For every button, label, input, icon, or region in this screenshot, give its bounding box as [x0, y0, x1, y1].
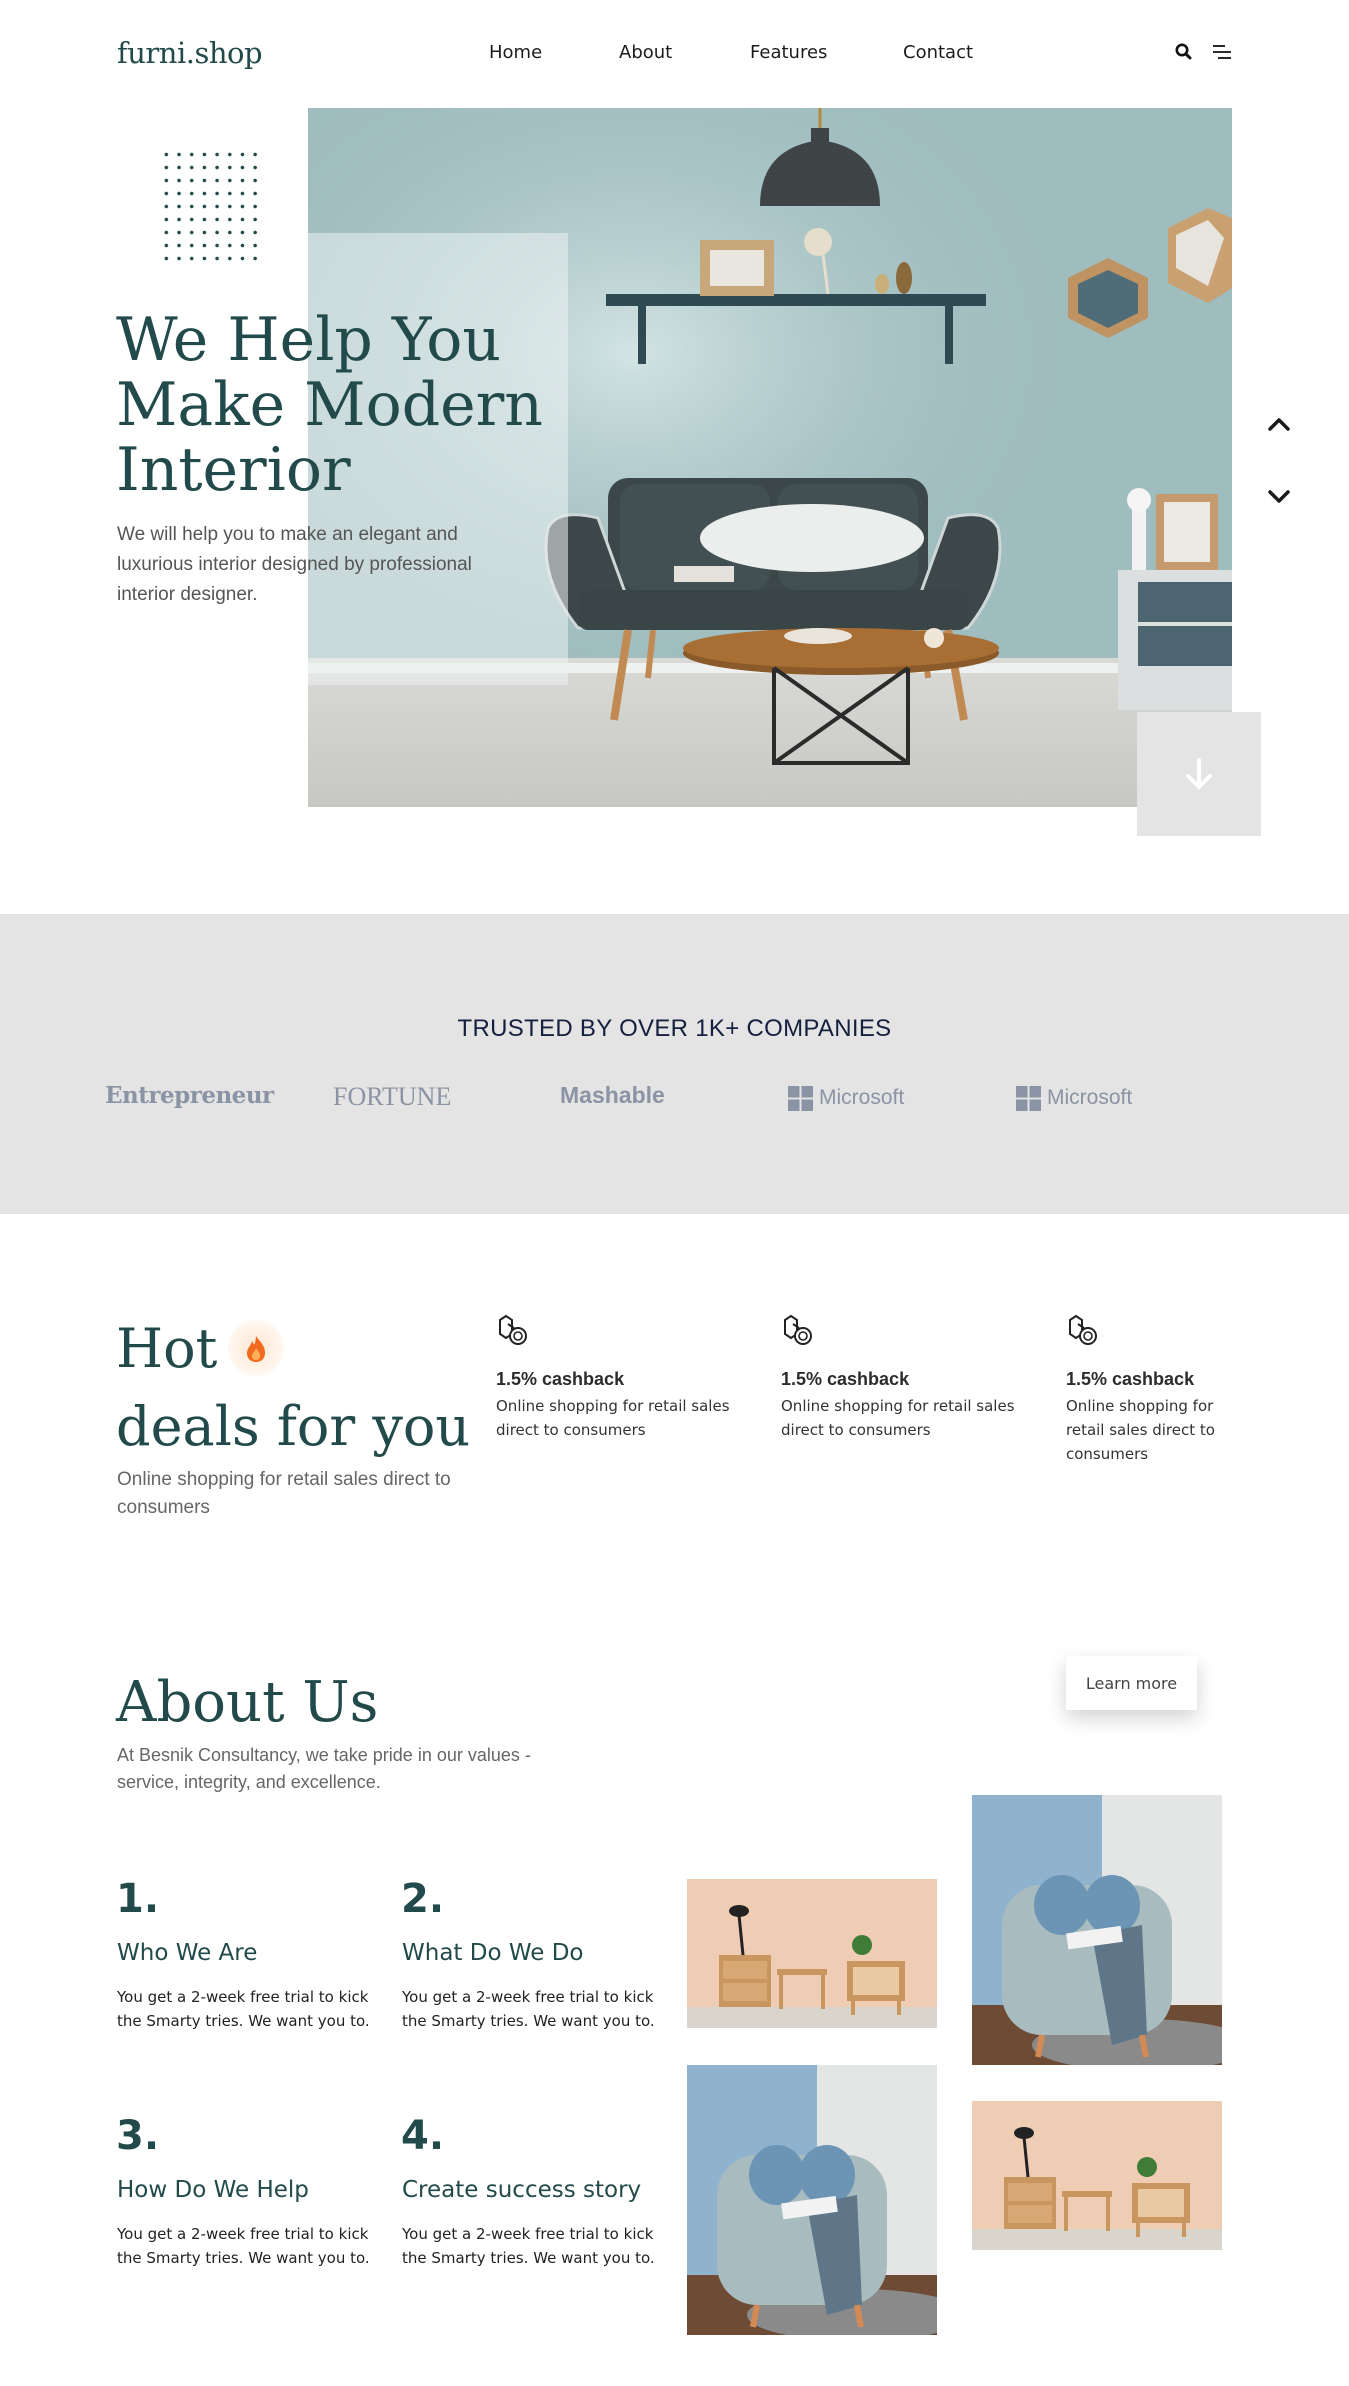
- step-number: 2.: [401, 1876, 445, 1922]
- windows-logo-icon: [788, 1086, 813, 1111]
- deals-title: Hot deals for you: [116, 1310, 476, 1466]
- brand-logo-mashable: Mashable: [560, 1082, 665, 1108]
- windows-logo-icon: [1016, 1086, 1041, 1111]
- nav-home[interactable]: Home: [489, 42, 542, 63]
- step-text: You get a 2-week free trial to kick the …: [402, 2225, 655, 2267]
- search-icon[interactable]: [1173, 41, 1195, 63]
- learn-more-button[interactable]: Learn more: [1066, 1656, 1197, 1710]
- step-number: 4.: [401, 2113, 445, 2159]
- deals-subtitle: Online shopping for retail sales direct …: [117, 1469, 451, 1518]
- armchair-photo: [972, 1795, 1222, 2065]
- about-title: About Us: [116, 1670, 379, 1735]
- coins-icon: [1066, 1314, 1100, 1348]
- trusted-title: TRUSTED BY OVER 1K+ COMPANIES: [457, 1015, 892, 1042]
- nav-features[interactable]: Features: [750, 42, 827, 63]
- step-number: 1.: [116, 1876, 160, 1922]
- hero-title-line-2: Make Modern: [116, 370, 543, 440]
- step-number: 3.: [116, 2113, 160, 2159]
- chevron-up-icon[interactable]: [1258, 407, 1300, 443]
- scroll-down-button[interactable]: [1137, 712, 1261, 836]
- feature-text: Online shopping for retail sales direct …: [1066, 1397, 1215, 1463]
- about-subtitle: At Besnik Consultancy, we take pride in …: [117, 1745, 531, 1792]
- feature-text: Online shopping for retail sales direct …: [781, 1397, 1015, 1439]
- chevron-down-icon[interactable]: [1258, 478, 1300, 514]
- brand-logo-fortune: FORTUNE: [333, 1082, 452, 1111]
- furniture-photo-cabinets: [972, 2101, 1222, 2250]
- nav-contact[interactable]: Contact: [903, 42, 973, 63]
- armchair-photo: [687, 2065, 937, 2335]
- step-text: You get a 2-week free trial to kick the …: [117, 2225, 370, 2267]
- step-title: How Do We Help: [117, 2177, 309, 2203]
- feature-text: Online shopping for retail sales direct …: [496, 1397, 730, 1439]
- hero-subtitle: We will help you to make an elegant and …: [117, 524, 472, 605]
- dot-pattern: [160, 148, 262, 266]
- hero-title-line-3: Interior: [116, 435, 351, 505]
- feature-title: 1.5% cashback: [781, 1369, 910, 1389]
- step-title: What Do We Do: [402, 1940, 584, 1966]
- deals-title-line-2: deals for you: [116, 1395, 471, 1458]
- step-title: Create success story: [402, 2177, 642, 2203]
- site-logo[interactable]: furni.shop: [117, 36, 263, 70]
- coins-icon: [781, 1314, 815, 1348]
- trusted-section: [0, 914, 1349, 1214]
- hero-title: We Help You Make Modern Interior: [116, 308, 636, 503]
- feature-title: 1.5% cashback: [1066, 1369, 1195, 1389]
- deals-title-line-1: Hot: [116, 1317, 218, 1380]
- furniture-photo-cabinets: [687, 1879, 937, 2028]
- step-text: You get a 2-week free trial to kick the …: [402, 1988, 655, 2030]
- brand-logo-entrepreneur: Entrepreneur: [105, 1082, 274, 1109]
- hero-title-line-1: We Help You: [116, 305, 502, 375]
- fire-icon: [228, 1320, 284, 1376]
- brand-logo-microsoft: Microsoft: [819, 1086, 905, 1109]
- step-text: You get a 2-week free trial to kick the …: [117, 1988, 370, 2030]
- nav-about[interactable]: About: [619, 42, 672, 63]
- menu-icon[interactable]: [1211, 41, 1233, 63]
- step-title: Who We Are: [117, 1940, 258, 1966]
- coins-icon: [496, 1314, 530, 1348]
- feature-title: 1.5% cashback: [496, 1369, 625, 1389]
- arrow-down-icon: [1186, 758, 1212, 789]
- brand-logo-microsoft: Microsoft: [1047, 1086, 1133, 1109]
